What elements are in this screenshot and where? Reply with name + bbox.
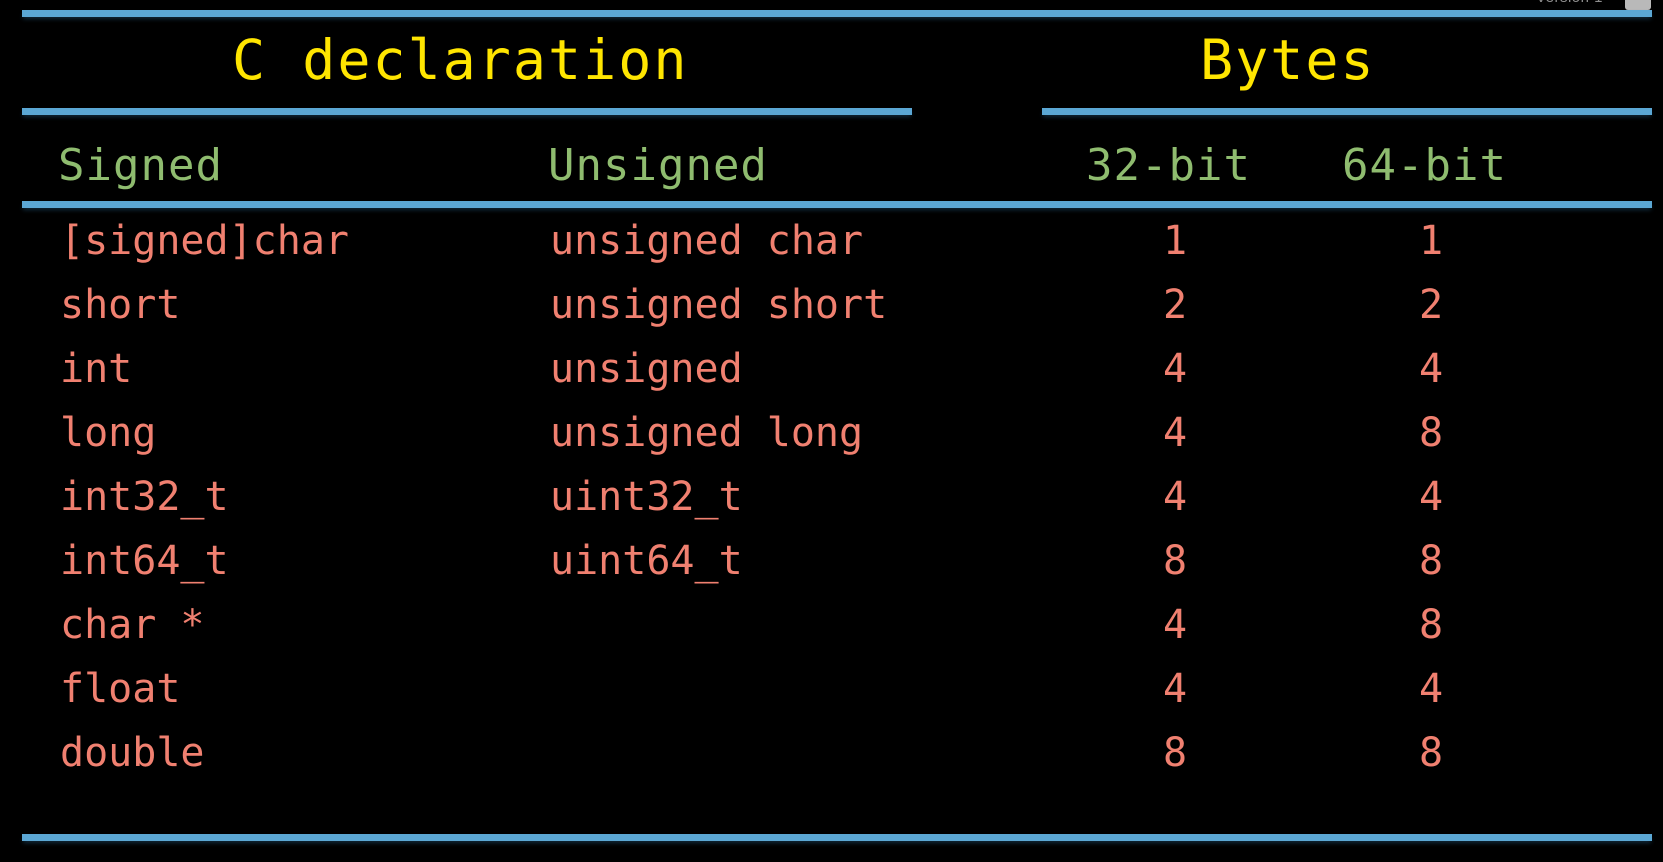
cell-signed: float <box>60 666 181 712</box>
rule-under-subheaders <box>22 201 1652 208</box>
cell-signed: int32_t <box>60 474 229 520</box>
cell-bytes-64: 1 <box>1418 218 1444 264</box>
cell-bytes-64: 4 <box>1418 346 1444 392</box>
cell-bytes-32: 8 <box>1162 538 1188 584</box>
table-row: char * 4 8 <box>0 602 1663 664</box>
rule-under-bytes <box>1042 108 1652 115</box>
rule-top <box>22 10 1652 17</box>
cell-bytes-64: 4 <box>1418 666 1444 712</box>
cell-bytes-64: 8 <box>1418 730 1444 776</box>
group-header-bytes: Bytes <box>1200 28 1376 92</box>
cell-bytes-32: 1 <box>1162 218 1188 264</box>
table-row: int32_t uint32_t 4 4 <box>0 474 1663 536</box>
cell-signed: double <box>60 730 205 776</box>
column-header-unsigned: Unsigned <box>548 140 768 191</box>
table-row: double 8 8 <box>0 730 1663 792</box>
cell-signed: int64_t <box>60 538 229 584</box>
cell-bytes-32: 4 <box>1162 602 1188 648</box>
cell-bytes-64: 2 <box>1418 282 1444 328</box>
table-row: long unsigned long 4 8 <box>0 410 1663 472</box>
cell-unsigned: unsigned char <box>550 218 864 264</box>
table-row: float 4 4 <box>0 666 1663 728</box>
column-header-signed: Signed <box>58 140 223 191</box>
table-row: short unsigned short 2 2 <box>0 282 1663 344</box>
table-row: int64_t uint64_t 8 8 <box>0 538 1663 600</box>
column-header-32-bit: 32-bit <box>1086 140 1251 191</box>
cell-signed: long <box>60 410 157 456</box>
table-row: int unsigned 4 4 <box>0 346 1663 408</box>
cell-bytes-64: 4 <box>1418 474 1444 520</box>
group-header-c-declaration: C declaration <box>232 28 689 92</box>
cell-bytes-32: 4 <box>1162 346 1188 392</box>
slide-table: C declaration Bytes Signed Unsigned 32-b… <box>0 0 1663 862</box>
cell-bytes-32: 8 <box>1162 730 1188 776</box>
cell-unsigned: uint32_t <box>550 474 743 520</box>
rule-bottom <box>22 834 1652 841</box>
cell-bytes-32: 4 <box>1162 410 1188 456</box>
column-header-64-bit: 64-bit <box>1342 140 1507 191</box>
table-row: [signed]char unsigned char 1 1 <box>0 218 1663 280</box>
cell-unsigned: unsigned long <box>550 410 864 456</box>
cell-bytes-32: 2 <box>1162 282 1188 328</box>
cell-signed: short <box>60 282 181 328</box>
cell-unsigned: uint64_t <box>550 538 743 584</box>
cell-bytes-64: 8 <box>1418 538 1444 584</box>
cell-unsigned: unsigned <box>550 346 743 392</box>
cell-signed: char * <box>60 602 205 648</box>
cell-bytes-32: 4 <box>1162 474 1188 520</box>
cell-unsigned: unsigned short <box>550 282 888 328</box>
cell-signed: [signed]char <box>60 218 349 264</box>
cell-signed: int <box>60 346 133 392</box>
rule-under-c-declaration <box>22 108 912 115</box>
cell-bytes-32: 4 <box>1162 666 1188 712</box>
cell-bytes-64: 8 <box>1418 602 1444 648</box>
cell-bytes-64: 8 <box>1418 410 1444 456</box>
